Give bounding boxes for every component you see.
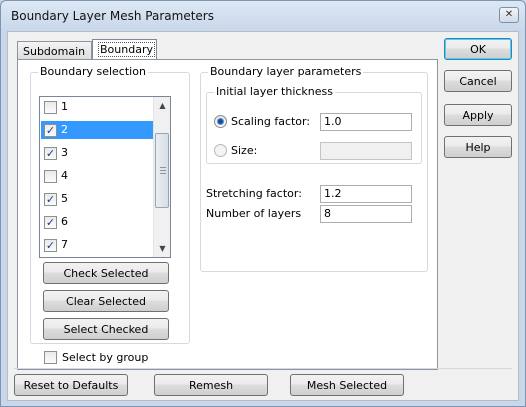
boundary-listbox[interactable]: 1 ✓ 2 ✓ 3 4 ✓ 5 ✓ 6 ✓ 7 ▲ ▼	[39, 96, 171, 258]
boundary-list-item[interactable]: ✓ 5	[41, 190, 153, 208]
boundary-list-item[interactable]: 4	[41, 167, 153, 185]
tab-subdomain[interactable]: Subdomain	[17, 41, 92, 60]
boundary-item-checkbox[interactable]: ✓	[44, 216, 57, 229]
boundary-item-checkbox[interactable]	[44, 170, 57, 183]
boundary-list-item[interactable]: ✓ 3	[41, 144, 153, 162]
tab-boundary[interactable]: Boundary	[92, 39, 157, 60]
dialog-window: Boundary Layer Mesh Parameters ✕ Subdoma…	[0, 0, 526, 407]
reset-to-defaults-button[interactable]: Reset to Defaults	[14, 374, 128, 396]
ok-button[interactable]: OK	[444, 38, 512, 60]
number-of-layers-input[interactable]: 8	[320, 205, 412, 223]
help-button[interactable]: Help	[444, 136, 512, 158]
title-bar[interactable]: Boundary Layer Mesh Parameters ✕	[1, 1, 525, 31]
listbox-scrollbar[interactable]: ▲ ▼	[153, 97, 170, 257]
scaling-factor-input[interactable]: 1.0	[320, 113, 412, 131]
close-button[interactable]: ✕	[499, 7, 519, 23]
size-input[interactable]	[320, 142, 412, 160]
remesh-button[interactable]: Remesh	[154, 374, 268, 396]
select-by-group-label: Select by group	[62, 351, 149, 364]
boundary-item-label: 7	[61, 238, 68, 251]
apply-button[interactable]: Apply	[444, 104, 512, 126]
select-checked-button[interactable]: Select Checked	[43, 318, 169, 340]
stretching-factor-input[interactable]: 1.2	[320, 185, 412, 203]
boundary-item-checkbox[interactable]: ✓	[44, 239, 57, 252]
boundary-list-item[interactable]: ✓ 7	[41, 236, 153, 254]
window-title: Boundary Layer Mesh Parameters	[11, 9, 214, 23]
stretching-factor-label: Stretching factor:	[206, 187, 302, 200]
tab-subdomain-label: Subdomain	[23, 45, 86, 58]
boundary-item-checkbox[interactable]: ✓	[44, 193, 57, 206]
boundary-item-checkbox[interactable]	[44, 101, 57, 114]
size-radio[interactable]	[214, 144, 227, 157]
boundary-item-label: 1	[61, 100, 68, 113]
boundary-item-label: 5	[61, 192, 68, 205]
scaling-factor-radio[interactable]	[214, 115, 227, 128]
boundary-item-checkbox[interactable]: ✓	[44, 124, 57, 137]
size-label: Size:	[231, 144, 258, 157]
number-of-layers-label: Number of layers	[206, 207, 302, 220]
scrollbar-thumb[interactable]	[155, 133, 169, 208]
close-icon: ✕	[504, 9, 514, 20]
check-selected-button[interactable]: Check Selected	[43, 262, 169, 284]
dialog-client-area: Subdomain Boundary Boundary selection Bo…	[7, 31, 519, 401]
scroll-down-icon[interactable]: ▼	[154, 240, 170, 257]
boundary-item-label: 4	[61, 169, 68, 182]
boundary-list-item[interactable]: ✓ 6	[41, 213, 153, 231]
select-by-group-checkbox[interactable]	[44, 351, 57, 364]
boundary-layer-parameters-title: Boundary layer parameters	[208, 65, 364, 78]
boundary-item-label: 2	[61, 123, 68, 136]
cancel-button[interactable]: Cancel	[444, 70, 512, 92]
clear-selected-button[interactable]: Clear Selected	[43, 290, 169, 312]
boundary-item-label: 6	[61, 215, 68, 228]
scroll-up-icon[interactable]: ▲	[154, 97, 170, 114]
boundary-list-item[interactable]: ✓ 2	[41, 121, 153, 139]
scaling-factor-label: Scaling factor:	[231, 115, 311, 128]
mesh-selected-button[interactable]: Mesh Selected	[290, 374, 404, 396]
boundary-selection-title: Boundary selection	[38, 65, 148, 78]
bottom-separator	[14, 368, 512, 369]
boundary-list-item[interactable]: 1	[41, 98, 153, 116]
boundary-item-label: 3	[61, 146, 68, 159]
boundary-item-checkbox[interactable]: ✓	[44, 147, 57, 160]
tab-boundary-label: Boundary	[98, 42, 155, 57]
initial-thickness-title: Initial layer thickness	[214, 85, 335, 98]
